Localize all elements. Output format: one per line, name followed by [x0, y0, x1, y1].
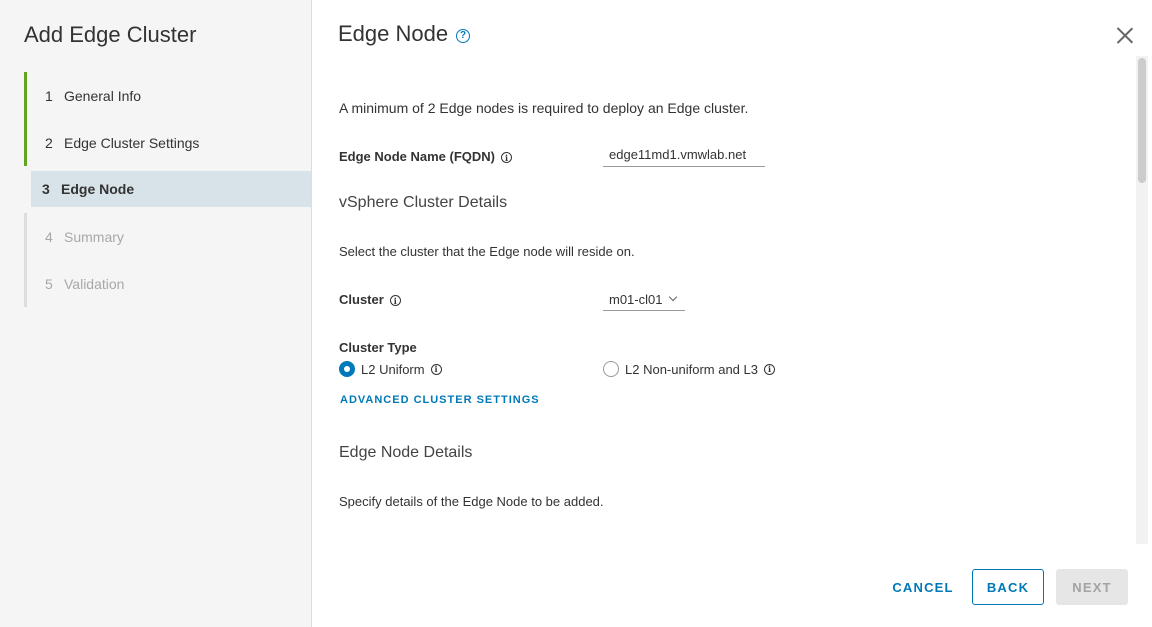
help-icon[interactable]: ?	[456, 28, 471, 43]
step-label: Summary	[64, 228, 124, 245]
step-label: Edge Cluster Settings	[64, 134, 200, 151]
wizard-sidebar: Add Edge Cluster 1 General Info 2 Edge C…	[0, 0, 312, 627]
wizard-steps: 1 General Info 2 Edge Cluster Settings 3…	[24, 72, 311, 307]
info-icon[interactable]: i	[501, 152, 513, 164]
info-icon[interactable]: i	[763, 363, 775, 375]
chevron-down-icon	[669, 292, 678, 302]
wizard-content: Edge Node ? A minimum of 2 Edge nodes is…	[313, 0, 1152, 627]
node-details-section-title: Edge Node Details	[339, 444, 473, 461]
form-scroll-area: A minimum of 2 Edge nodes is required to…	[313, 56, 1150, 544]
step-summary: 4 Summary	[24, 213, 311, 260]
advanced-cluster-settings-link[interactable]: ADVANCED CLUSTER SETTINGS	[340, 394, 540, 406]
node-name-label: Edge Node Name (FQDN)	[339, 149, 496, 164]
step-general-info[interactable]: 1 General Info	[24, 72, 311, 119]
step-edge-node[interactable]: 3 Edge Node	[31, 171, 311, 207]
radio-label: L2 Uniform	[361, 361, 425, 377]
wizard-title: Add Edge Cluster	[24, 22, 197, 47]
step-number: 4	[45, 228, 53, 245]
step-label: General Info	[64, 87, 142, 104]
cluster-select[interactable]: m01-cl01	[603, 289, 685, 311]
step-label: Edge Node	[61, 181, 135, 197]
info-icon[interactable]: i	[430, 363, 442, 375]
step-number: 5	[45, 275, 53, 292]
node-details-description: Specify details of the Edge Node to be a…	[339, 494, 604, 509]
cancel-button[interactable]: CANCEL	[883, 569, 963, 605]
vsphere-description: Select the cluster that the Edge node wi…	[339, 244, 635, 259]
cluster-type-label: Cluster Type	[339, 340, 417, 355]
step-number: 1	[45, 87, 53, 104]
vsphere-section-title: vSphere Cluster Details	[339, 194, 508, 211]
cluster-label-row: Cluster i	[339, 292, 401, 307]
radio-l2-uniform[interactable]: L2 Uniform i	[339, 361, 442, 377]
step-number: 3	[42, 181, 50, 197]
info-icon[interactable]: i	[389, 295, 401, 307]
radio-button-checked[interactable]	[339, 361, 355, 377]
step-edge-cluster-settings[interactable]: 2 Edge Cluster Settings	[24, 119, 311, 166]
back-button[interactable]: BACK	[972, 569, 1044, 605]
cluster-select-value: m01-cl01	[609, 291, 663, 307]
cluster-label: Cluster	[339, 292, 384, 307]
step-label: Validation	[64, 275, 125, 292]
close-icon[interactable]	[1116, 26, 1134, 44]
scrollbar-thumb[interactable]	[1138, 58, 1146, 183]
step-validation: 5 Validation	[24, 260, 311, 307]
radio-button-unchecked[interactable]	[603, 361, 619, 377]
scrollbar[interactable]	[1136, 56, 1148, 544]
node-name-label-row: Edge Node Name (FQDN) i	[339, 149, 513, 164]
intro-text: A minimum of 2 Edge nodes is required to…	[339, 100, 749, 116]
radio-label: L2 Non-uniform and L3	[625, 361, 758, 377]
next-button[interactable]: NEXT	[1056, 569, 1128, 605]
page-title: Edge Node	[338, 21, 449, 46]
node-name-input[interactable]: edge11md1.vmwlab.net	[603, 145, 765, 167]
page-title-row: Edge Node ?	[338, 21, 471, 47]
step-number: 2	[45, 134, 53, 151]
radio-l2-nonuniform-l3[interactable]: L2 Non-uniform and L3 i	[603, 361, 775, 377]
